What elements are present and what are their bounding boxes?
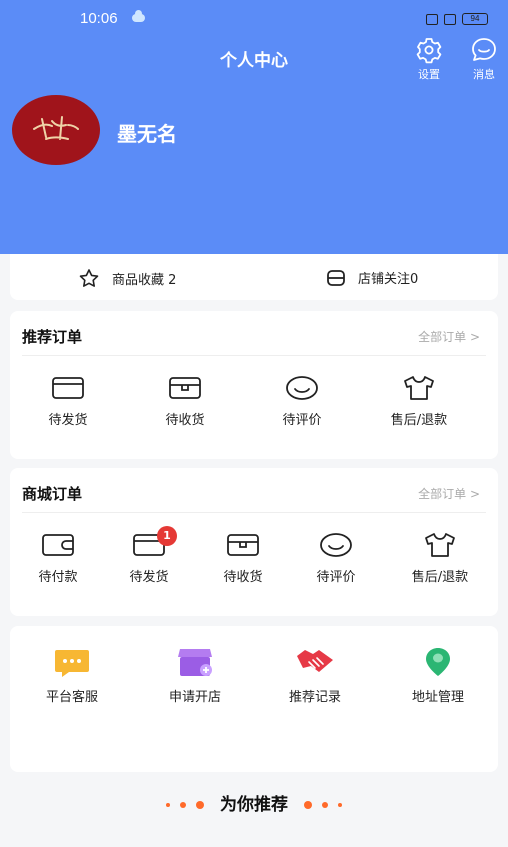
- smile-icon: [320, 533, 352, 557]
- followed-shops-label: 店铺关注0: [358, 272, 419, 287]
- item-label: 申请开店: [168, 690, 221, 705]
- decor-dot: [196, 801, 205, 809]
- settings-label: 设置: [418, 68, 440, 81]
- mall-orders-title: 商城订单: [22, 485, 83, 503]
- recommend-section-header: 为你推荐: [0, 790, 508, 815]
- location-icon: [426, 648, 450, 676]
- message-icon: [472, 38, 496, 61]
- notification-badge: 1: [157, 526, 177, 546]
- item-label: 待收货: [165, 413, 205, 428]
- service-address-management[interactable]: 地址管理: [390, 646, 486, 705]
- decor-dot: [303, 801, 312, 809]
- item-label: 待评价: [316, 570, 356, 585]
- item-label: 待评价: [282, 413, 322, 428]
- weather-icon: [132, 10, 145, 22]
- decor-dot: [321, 802, 328, 808]
- item-label: 售后/退款: [411, 570, 469, 585]
- item-label: 待付款: [38, 570, 78, 585]
- favorite-goods-link[interactable]: 商品收藏 2: [78, 268, 176, 288]
- box-icon: [227, 534, 259, 556]
- service-customer-support[interactable]: 平台客服: [24, 646, 120, 705]
- status-icons: 94: [426, 13, 488, 25]
- item-label: 平台客服: [45, 690, 98, 705]
- messages-button[interactable]: 消息: [464, 36, 504, 82]
- avatar-calligraphy: [33, 116, 79, 140]
- divider: [22, 512, 486, 513]
- item-label: 售后/退款: [390, 413, 448, 428]
- mall-order-pending-receive[interactable]: 待收货: [195, 532, 291, 585]
- mall-orders-card: 商城订单 全部订单 > 待付款 1 待发货 待收货 待评价 售后/退款: [10, 468, 498, 616]
- messages-label: 消息: [473, 68, 495, 81]
- service-recommend-records[interactable]: 推荐记录: [267, 646, 363, 705]
- mall-order-pending-pay[interactable]: 待付款: [10, 532, 106, 585]
- profile-header: 10:06 94 个人中心 设置 消息 墨无名: [0, 0, 508, 254]
- username[interactable]: 墨无名: [117, 118, 177, 147]
- handshake-icon: [297, 650, 333, 672]
- shirt-icon: [425, 533, 455, 557]
- avatar[interactable]: [12, 95, 100, 165]
- mall-order-pending-review[interactable]: 待评价: [288, 532, 384, 585]
- decor-dot: [166, 803, 171, 807]
- smile-icon: [286, 376, 318, 400]
- recommend-order-after-sale[interactable]: 售后/退款: [371, 375, 467, 428]
- decor-dot: [180, 802, 187, 808]
- recommend-order-pending-review[interactable]: 待评价: [254, 375, 350, 428]
- battery-icon: 94: [462, 13, 488, 25]
- decor-dot: [337, 803, 342, 807]
- shop-icon: [327, 269, 345, 286]
- store-icon: [178, 649, 212, 676]
- mall-order-pending-ship[interactable]: 1 待发货: [101, 526, 197, 585]
- followed-shops-link[interactable]: 店铺关注0: [326, 268, 418, 287]
- settings-button[interactable]: 设置: [409, 36, 449, 82]
- recommend-orders-card: 推荐订单 全部订单 > 待发货 待收货 待评价 售后/退款: [10, 311, 498, 459]
- box-icon: [169, 377, 201, 399]
- recommend-orders-title: 推荐订单: [22, 328, 83, 346]
- recommend-order-pending-receive[interactable]: 待收货: [137, 375, 233, 428]
- shirt-icon: [404, 376, 434, 400]
- favorite-goods-label: 商品收藏 2: [112, 272, 177, 288]
- mall-orders-all-link[interactable]: 全部订单 >: [418, 485, 480, 502]
- item-label: 待发货: [48, 413, 88, 428]
- item-label: 待发货: [129, 570, 169, 585]
- status-bar: 10:06 94: [0, 0, 508, 40]
- chat-icon: [55, 650, 89, 677]
- wifi-icon: [444, 13, 456, 25]
- service-open-store[interactable]: 申请开店: [147, 646, 243, 705]
- item-label: 待收货: [223, 570, 263, 585]
- card-icon: [52, 377, 84, 399]
- sim-icon: [426, 13, 438, 25]
- recommend-order-pending-ship[interactable]: 待发货: [20, 375, 116, 428]
- favorites-card: 商品收藏 2 店铺关注0: [10, 254, 498, 300]
- recommend-orders-all-link[interactable]: 全部订单 >: [418, 328, 480, 345]
- gear-icon: [416, 38, 442, 64]
- item-label: 推荐记录: [288, 690, 341, 705]
- services-card: 平台客服 申请开店 推荐记录 地址管理: [10, 626, 498, 772]
- star-icon: [79, 269, 99, 287]
- recommend-title: 为你推荐: [220, 795, 288, 815]
- divider: [22, 355, 486, 356]
- wallet-icon: [42, 534, 74, 556]
- status-time: 10:06: [80, 10, 118, 27]
- item-label: 地址管理: [411, 690, 464, 705]
- mall-order-after-sale[interactable]: 售后/退款: [392, 532, 488, 585]
